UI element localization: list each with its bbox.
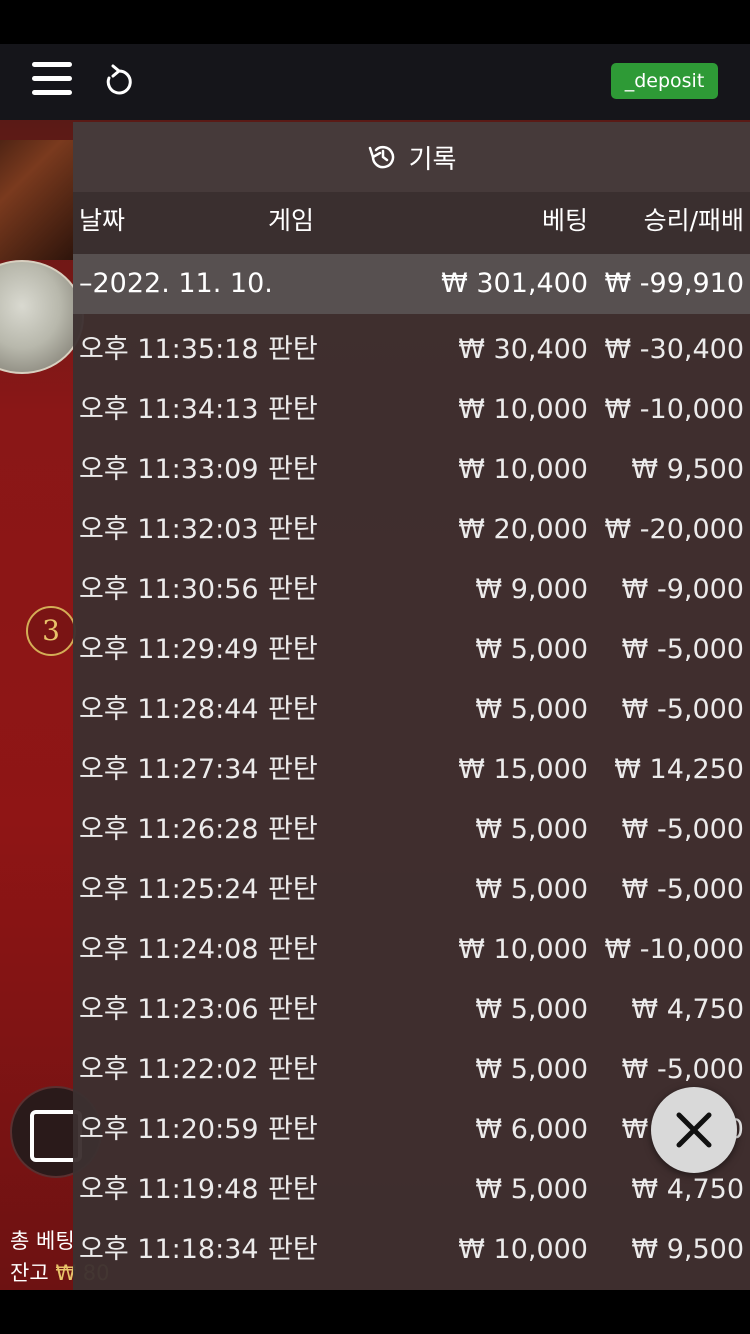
row-result: ₩ 9,500 [631,1234,744,1265]
round-badge: 3 [26,606,76,656]
table-row[interactable]: 오후 11:32:03 판탄 ₩ 20,000 ₩ -20,000 [73,494,750,554]
day-summary-row[interactable]: –2022. 11. 10. ₩ 301,400 ₩ -99,910 [73,254,750,314]
table-row[interactable]: 오후 11:29:49 판탄 ₩ 5,000 ₩ -5,000 [73,614,750,674]
table-row[interactable]: 오후 11:24:08 판탄 ₩ 10,000 ₩ -10,000 [73,914,750,974]
table-row[interactable]: 오후 11:35:18 판탄 ₩ 30,400 ₩ -30,400 [73,314,750,374]
table-row[interactable]: 오후 11:25:24 판탄 ₩ 5,000 ₩ -5,000 [73,854,750,914]
close-icon [676,1112,712,1148]
day-bet: ₩ 301,400 [441,268,588,299]
top-bar: _deposit [0,44,750,121]
history-panel: 기록 날짜 게임 베팅 승리/패배 –2022. 11. 10. ₩ 301,4… [73,122,750,1290]
table-row[interactable]: 오후 11:19:48 판탄 ₩ 5,000 ₩ 4,750 [73,1154,750,1214]
deposit-button[interactable]: _deposit [611,63,718,99]
row-time: 오후 11:18:34 [79,1234,259,1265]
table-row[interactable]: 오후 11:23:06 판탄 ₩ 5,000 ₩ 4,750 [73,974,750,1034]
table-row[interactable]: 오후 11:22:02 판탄 ₩ 5,000 ₩ -5,000 [73,1034,750,1094]
table-row[interactable]: 오후 11:26:28 판탄 ₩ 5,000 ₩ -5,000 [73,794,750,854]
balance-label: 잔고 [10,1261,49,1285]
table-row[interactable]: 오후 11:20:59판탄₩ 6,000₩ -6,000 [73,1094,750,1154]
day-win-loss: ₩ -99,910 [604,268,745,299]
close-button[interactable] [651,1087,737,1173]
hamburger-menu-icon[interactable] [32,62,72,96]
table-row[interactable]: 오후 11:28:44 판탄 ₩ 5,000 ₩ -5,000 [73,674,750,734]
column-game: 게임 [268,206,315,235]
row-game: 판탄 [268,1234,318,1265]
history-list: 오후 11:35:18 판탄 ₩ 30,400 ₩ -30,400 오후 11:34:1… [73,314,750,1274]
table-row[interactable]: 오후 11:30:56 판탄 ₩ 9,000 ₩ -9,000 [73,554,750,614]
day-date: –2022. 11. 10. [79,268,273,299]
column-win-loss: 승리/패배 [643,206,744,235]
table-row[interactable]: 오후 11:33:09 판탄 ₩ 10,000 ₩ 9,500 [73,434,750,494]
panel-header: 기록 [73,122,750,192]
table-row[interactable]: 오후 11:18:34 판탄 ₩ 10,000 ₩ 9,500 [73,1214,750,1274]
row-bet: ₩ 10,000 [458,1234,588,1265]
table-row[interactable]: 오후 11:27:34 판탄 ₩ 15,000 ₩ 14,250 [73,734,750,794]
bowl-lid-image [0,140,80,260]
bottom-bar [0,1290,750,1334]
column-date: 날짜 [79,206,126,235]
status-bar [0,0,750,44]
bead-bowl-image [0,260,84,374]
table-header: 날짜 게임 베팅 승리/패배 [73,192,750,254]
table-row[interactable]: 오후 11:34:13 판탄 ₩ 10,000 ₩ -10,000 [73,374,750,434]
refresh-icon[interactable] [104,64,134,98]
panel-title: 기록 [408,144,457,175]
column-bet: 베팅 [541,206,588,235]
history-icon [368,145,394,169]
